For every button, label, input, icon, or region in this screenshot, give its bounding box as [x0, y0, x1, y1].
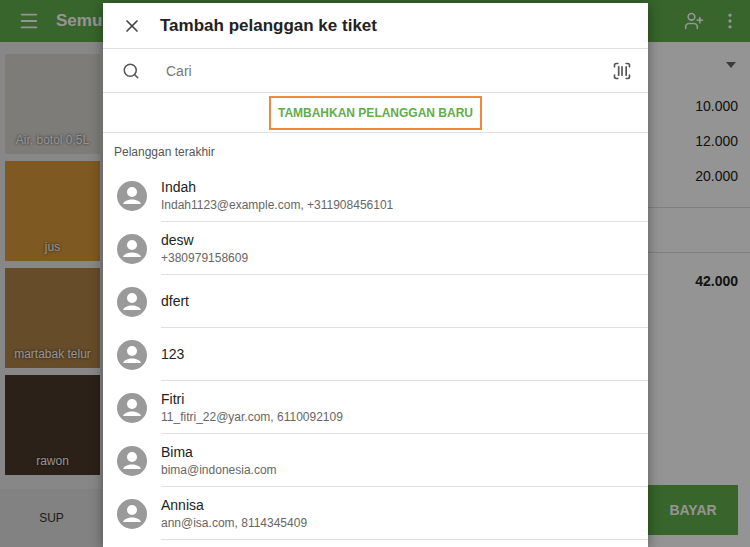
customer-row[interactable]: Bima bima@indonesia.com — [103, 434, 648, 487]
avatar-icon — [117, 499, 147, 529]
avatar-icon — [117, 234, 147, 264]
avatar — [103, 328, 161, 381]
avatar-icon — [117, 446, 147, 476]
customer-row[interactable]: Indah Indah1123@example.com, +31190845610… — [103, 169, 648, 222]
search-bar — [103, 49, 648, 93]
customer-name: Bima — [161, 444, 648, 460]
customer-row[interactable]: Fitri 11_fitri_22@yar.com, 6110092109 — [103, 381, 648, 434]
dialog-header: Tambah pelanggan ke tiket — [103, 3, 648, 49]
customer-info: dfert — [161, 275, 648, 328]
customer-name: Fitri — [161, 391, 648, 407]
avatar-icon — [117, 340, 147, 370]
customer-info: Fitri 11_fitri_22@yar.com, 6110092109 — [161, 381, 648, 434]
customer-name: dfert — [161, 293, 648, 309]
customer-row[interactable]: 123 — [103, 328, 648, 381]
customer-details: ann@isa.com, 8114345409 — [161, 516, 648, 530]
search-icon — [122, 62, 140, 80]
avatar — [103, 275, 161, 328]
customer-info: 123 — [161, 328, 648, 381]
customer-details: +380979158609 — [161, 251, 648, 265]
avatar — [103, 434, 161, 487]
customer-dialog: Tambah pelanggan ke tiket TAMBAHKAN PELAN… — [103, 3, 648, 547]
add-customer-button[interactable]: TAMBAHKAN PELANGGAN BARU — [269, 96, 482, 130]
barcode-icon[interactable] — [612, 61, 632, 81]
avatar — [103, 222, 161, 275]
customer-details: Indah1123@example.com, +311908456101 — [161, 198, 648, 212]
avatar-icon — [117, 393, 147, 423]
close-icon[interactable] — [122, 16, 142, 36]
dialog-title: Tambah pelanggan ke tiket — [160, 16, 377, 36]
section-label: Pelanggan terakhir — [103, 133, 648, 169]
customer-info: Annisa ann@isa.com, 8114345409 — [161, 487, 648, 540]
search-input[interactable] — [164, 62, 588, 80]
customer-info: desw +380979158609 — [161, 222, 648, 275]
customer-info: Indah Indah1123@example.com, +31190845610… — [161, 169, 648, 222]
customer-details: 11_fitri_22@yar.com, 6110092109 — [161, 410, 648, 424]
avatar — [103, 487, 161, 540]
customer-name: desw — [161, 232, 648, 248]
customer-name: 123 — [161, 346, 648, 362]
customer-row[interactable]: Annisa ann@isa.com, 8114345409 — [103, 487, 648, 540]
customer-name: Annisa — [161, 497, 648, 513]
customer-info: Bima bima@indonesia.com — [161, 434, 648, 487]
avatar-icon — [117, 287, 147, 317]
customer-details: bima@indonesia.com — [161, 463, 648, 477]
add-row: TAMBAHKAN PELANGGAN BARU — [103, 93, 648, 133]
customer-row[interactable]: desw +380979158609 — [103, 222, 648, 275]
pos-screen: SemuAir, botol 0,5Ljusmartabak telurrawo… — [0, 0, 750, 547]
avatar-icon — [117, 181, 147, 211]
customer-row[interactable]: dfert — [103, 275, 648, 328]
avatar — [103, 381, 161, 434]
customer-name: Indah — [161, 179, 648, 195]
avatar — [103, 169, 161, 222]
